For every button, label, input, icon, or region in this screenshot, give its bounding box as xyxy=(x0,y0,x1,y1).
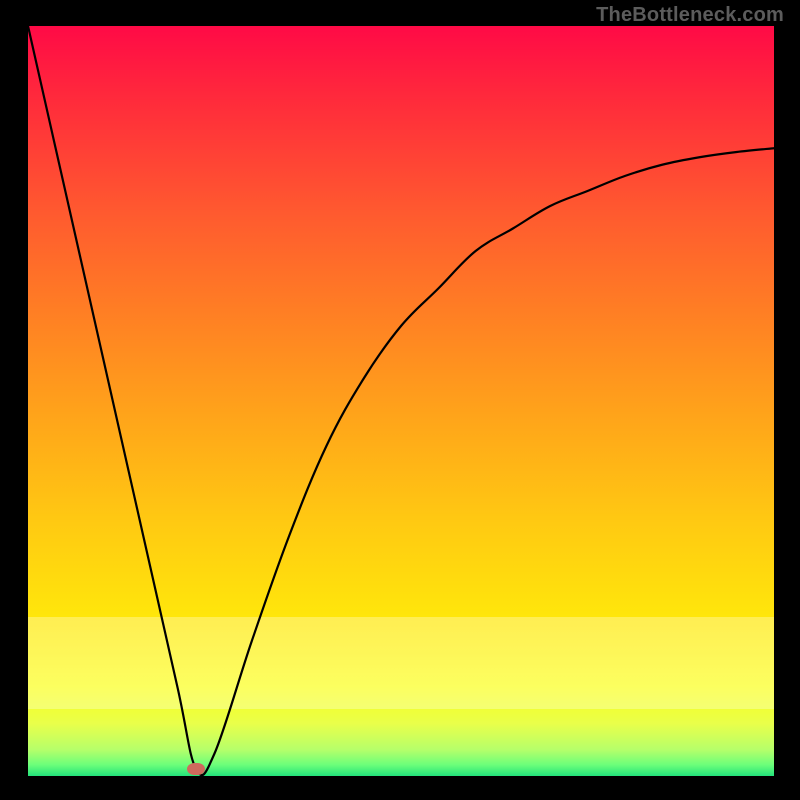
highlight-band xyxy=(28,617,774,709)
chart-frame: TheBottleneck.com xyxy=(0,0,800,800)
plot-area xyxy=(28,26,774,776)
curve-svg xyxy=(28,26,774,776)
optimum-marker xyxy=(187,763,205,775)
watermark-text: TheBottleneck.com xyxy=(596,4,784,27)
bottleneck-curve xyxy=(28,26,774,775)
